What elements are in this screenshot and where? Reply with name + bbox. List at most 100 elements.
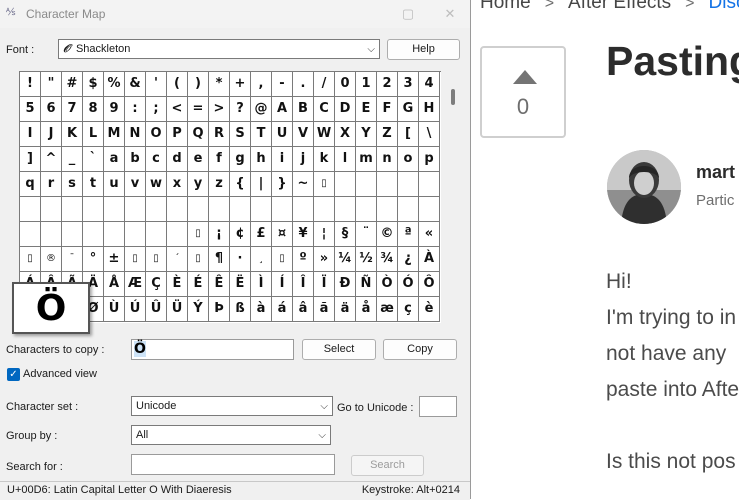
char-cell[interactable]: ¥ — [293, 222, 314, 247]
char-cell[interactable]: T — [251, 122, 272, 147]
char-cell[interactable]: Ë — [230, 272, 251, 297]
char-cell[interactable]: Î — [293, 272, 314, 297]
char-cell[interactable]: 6 — [41, 97, 62, 122]
char-cell[interactable]: c — [146, 147, 167, 172]
char-cell[interactable]: 3 — [398, 72, 419, 97]
char-cell[interactable]: ] — [20, 147, 41, 172]
select-button[interactable]: Select — [302, 339, 376, 360]
char-cell[interactable]: D — [335, 97, 356, 122]
char-cell[interactable]: ¢ — [230, 222, 251, 247]
char-cell[interactable] — [41, 222, 62, 247]
char-cell[interactable] — [62, 197, 83, 222]
char-cell[interactable]: Ú — [125, 297, 146, 322]
char-cell[interactable] — [20, 222, 41, 247]
group-by-select[interactable]: All ⌵ — [131, 425, 331, 445]
char-cell[interactable]: À — [419, 247, 440, 272]
char-cell[interactable] — [335, 172, 356, 197]
character-set-select[interactable]: Unicode ⌵ — [131, 396, 333, 416]
upvote-arrow-icon[interactable] — [513, 70, 537, 84]
title-bar[interactable]: ⅍ Character Map ▢ ✕ — [0, 0, 470, 28]
char-cell[interactable]: ▯ — [20, 247, 41, 272]
char-cell[interactable]: ` — [83, 147, 104, 172]
char-cell[interactable]: } — [272, 172, 293, 197]
author-name[interactable]: mart — [696, 162, 735, 183]
char-cell[interactable]: ' — [146, 72, 167, 97]
char-cell[interactable]: Ç — [146, 272, 167, 297]
char-cell[interactable]: ^ — [41, 147, 62, 172]
char-cell[interactable]: $ — [83, 72, 104, 97]
char-cell[interactable]: | — [251, 172, 272, 197]
char-cell[interactable]: Ñ — [356, 272, 377, 297]
char-cell[interactable]: [ — [398, 122, 419, 147]
char-cell[interactable]: ± — [104, 247, 125, 272]
char-cell[interactable]: ; — [146, 97, 167, 122]
advanced-view-label[interactable]: Advanced view — [23, 368, 97, 380]
char-cell[interactable] — [104, 222, 125, 247]
char-cell[interactable]: Ð — [335, 272, 356, 297]
char-cell[interactable]: ~ — [293, 172, 314, 197]
char-cell[interactable] — [398, 172, 419, 197]
char-cell[interactable]: o — [398, 147, 419, 172]
char-cell[interactable]: n — [377, 147, 398, 172]
char-cell[interactable]: f — [209, 147, 230, 172]
char-cell[interactable] — [398, 197, 419, 222]
char-cell[interactable]: H — [419, 97, 440, 122]
char-cell[interactable]: ã — [314, 297, 335, 322]
char-cell[interactable] — [83, 197, 104, 222]
font-select[interactable]: 𝒪 Shackleton ⌵ — [58, 39, 380, 59]
char-cell[interactable]: Q — [188, 122, 209, 147]
char-cell[interactable]: Ì — [251, 272, 272, 297]
char-cell[interactable] — [356, 172, 377, 197]
char-cell[interactable]: u — [104, 172, 125, 197]
char-cell[interactable]: ! — [20, 72, 41, 97]
char-cell[interactable]: Ô — [419, 272, 440, 297]
char-cell[interactable] — [377, 197, 398, 222]
char-cell[interactable]: Ò — [377, 272, 398, 297]
char-cell[interactable]: Ï — [314, 272, 335, 297]
char-cell[interactable] — [356, 197, 377, 222]
char-cell[interactable]: ▯ — [188, 247, 209, 272]
char-cell[interactable]: å — [356, 297, 377, 322]
char-cell[interactable]: . — [293, 72, 314, 97]
char-cell[interactable]: B — [293, 97, 314, 122]
char-cell[interactable]: G — [398, 97, 419, 122]
char-cell[interactable]: ° — [83, 247, 104, 272]
char-cell[interactable]: r — [41, 172, 62, 197]
char-cell[interactable]: x — [167, 172, 188, 197]
avatar[interactable] — [607, 150, 681, 224]
char-cell[interactable]: S — [230, 122, 251, 147]
char-cell[interactable]: ç — [398, 297, 419, 322]
char-cell[interactable]: ª — [398, 222, 419, 247]
char-cell[interactable]: e — [188, 147, 209, 172]
char-cell[interactable]: % — [104, 72, 125, 97]
char-cell[interactable]: ½ — [356, 247, 377, 272]
char-cell[interactable]: à — [251, 297, 272, 322]
char-cell[interactable] — [293, 197, 314, 222]
char-cell[interactable] — [419, 197, 440, 222]
char-cell[interactable] — [419, 172, 440, 197]
char-cell[interactable]: A — [272, 97, 293, 122]
maximize-icon[interactable]: ▢ — [398, 4, 418, 24]
char-cell[interactable]: 8 — [83, 97, 104, 122]
char-cell[interactable]: a — [104, 147, 125, 172]
char-cell[interactable]: U — [272, 122, 293, 147]
char-cell[interactable]: ▯ — [125, 247, 146, 272]
char-cell[interactable]: < — [167, 97, 188, 122]
char-cell[interactable]: ¦ — [314, 222, 335, 247]
characters-to-copy-input[interactable]: Ö — [131, 339, 294, 360]
char-cell[interactable]: k — [314, 147, 335, 172]
char-cell[interactable]: : — [125, 97, 146, 122]
char-cell[interactable]: ▯ — [314, 172, 335, 197]
char-cell[interactable] — [41, 197, 62, 222]
char-cell[interactable] — [167, 222, 188, 247]
go-to-unicode-input[interactable] — [419, 396, 457, 417]
char-cell[interactable]: Í — [272, 272, 293, 297]
char-cell[interactable]: Æ — [125, 272, 146, 297]
char-cell[interactable]: > — [209, 97, 230, 122]
close-icon[interactable]: ✕ — [440, 4, 460, 24]
char-cell[interactable]: ) — [188, 72, 209, 97]
char-cell[interactable]: Ê — [209, 272, 230, 297]
char-cell[interactable]: Ü — [167, 297, 188, 322]
char-cell[interactable]: _ — [62, 147, 83, 172]
char-cell[interactable]: Z — [377, 122, 398, 147]
